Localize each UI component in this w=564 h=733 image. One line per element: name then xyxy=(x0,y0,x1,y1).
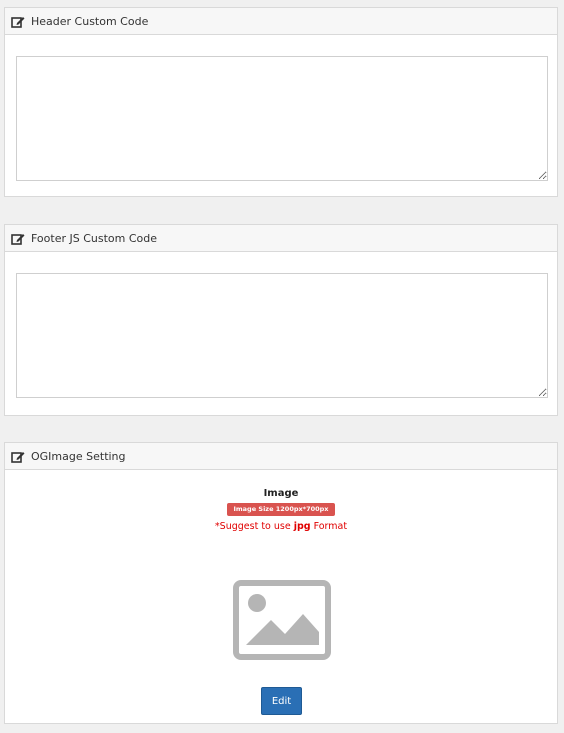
edit-icon xyxy=(11,231,25,245)
header-code-panel-header: Header Custom Code xyxy=(5,8,557,35)
footer-code-textarea[interactable] xyxy=(16,273,548,398)
og-image-body: Image Image Size 1200px*700px *Suggest t… xyxy=(5,470,557,724)
suggest-suffix: Format xyxy=(310,521,348,532)
header-code-textarea[interactable] xyxy=(16,56,548,181)
header-code-panel: Header Custom Code xyxy=(4,7,558,197)
image-placeholder-icon[interactable] xyxy=(233,580,331,660)
footer-code-panel: Footer JS Custom Code xyxy=(4,224,558,416)
edit-button[interactable]: Edit xyxy=(261,687,302,715)
panel-title: Header Custom Code xyxy=(31,14,149,28)
image-label: Image xyxy=(263,488,299,499)
footer-code-panel-header: Footer JS Custom Code xyxy=(5,225,557,252)
panel-title: Footer JS Custom Code xyxy=(31,231,158,245)
og-image-panel: OGImage Setting Image Image Size 1200px*… xyxy=(4,442,558,724)
format-suggestion: *Suggest to use jpg Format xyxy=(5,521,557,532)
og-image-panel-header: OGImage Setting xyxy=(5,443,557,470)
panel-title: OGImage Setting xyxy=(31,449,126,463)
suggest-prefix: *Suggest to use xyxy=(214,521,294,532)
image-size-badge: Image Size 1200px*700px xyxy=(227,503,335,516)
edit-icon xyxy=(11,14,25,28)
edit-icon xyxy=(11,449,25,463)
suggest-format: jpg xyxy=(293,521,311,532)
